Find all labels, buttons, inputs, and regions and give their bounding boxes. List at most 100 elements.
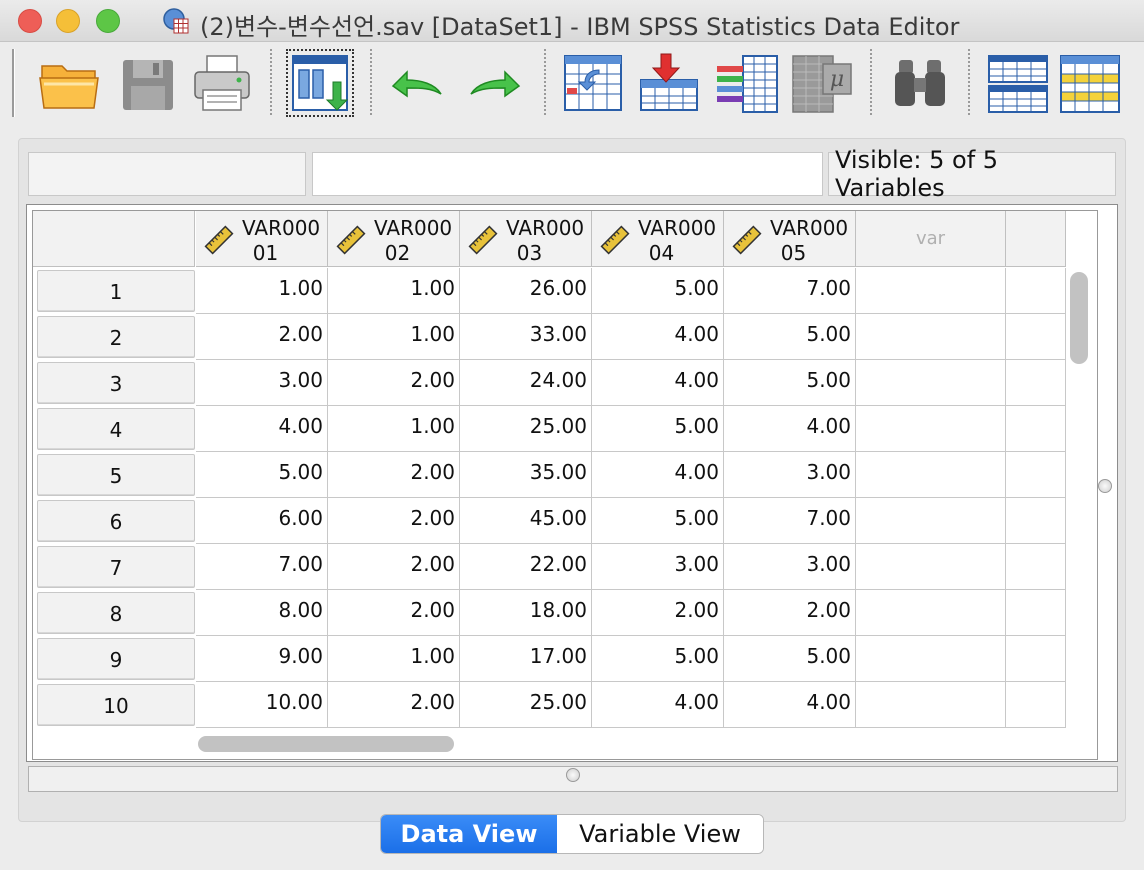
empty-column-header[interactable]: var <box>856 211 1006 267</box>
toolbar-grip[interactable] <box>12 49 15 117</box>
table-cell[interactable] <box>856 314 1006 360</box>
table-cell[interactable]: 33.00 <box>460 314 592 360</box>
find-button[interactable] <box>886 49 954 117</box>
table-cell[interactable] <box>1006 498 1066 544</box>
cell-value-editor[interactable] <box>312 152 823 196</box>
table-cell[interactable] <box>1006 682 1066 728</box>
minimize-window-button[interactable] <box>56 9 80 33</box>
table-cell[interactable]: 4.00 <box>592 682 724 728</box>
table-cell[interactable]: 5.00 <box>196 452 328 498</box>
table-cell[interactable]: 7.00 <box>724 498 856 544</box>
column-header[interactable]: VAR000 02 <box>328 211 460 267</box>
horizontal-scrollbar-thumb[interactable] <box>198 736 454 752</box>
table-cell[interactable]: 4.00 <box>592 452 724 498</box>
open-data-document-button[interactable] <box>36 49 104 117</box>
table-cell[interactable]: 1.00 <box>328 406 460 452</box>
go-to-case-button[interactable] <box>558 49 626 117</box>
table-cell[interactable]: 4.00 <box>724 406 856 452</box>
variables-button[interactable] <box>712 49 780 117</box>
table-cell[interactable]: 2.00 <box>328 590 460 636</box>
table-cell[interactable]: 2.00 <box>328 682 460 728</box>
table-cell[interactable]: 3.00 <box>724 452 856 498</box>
split-file-button[interactable] <box>984 49 1052 117</box>
table-cell[interactable]: 24.00 <box>460 360 592 406</box>
horizontal-split-handle[interactable] <box>566 768 580 782</box>
table-cell[interactable] <box>856 498 1006 544</box>
table-cell[interactable] <box>1006 636 1066 682</box>
column-header[interactable]: VAR000 04 <box>592 211 724 267</box>
undo-button[interactable] <box>384 49 452 117</box>
table-cell[interactable]: 4.00 <box>592 314 724 360</box>
row-header[interactable]: 9 <box>37 638 195 680</box>
table-cell[interactable]: 18.00 <box>460 590 592 636</box>
table-cell[interactable]: 2.00 <box>328 360 460 406</box>
tab-data-view[interactable]: Data View <box>381 815 557 853</box>
table-cell[interactable]: 5.00 <box>592 268 724 314</box>
table-cell[interactable] <box>1006 360 1066 406</box>
table-cell[interactable]: 2.00 <box>724 590 856 636</box>
table-cell[interactable] <box>1006 406 1066 452</box>
table-cell[interactable] <box>856 268 1006 314</box>
table-cell[interactable] <box>856 682 1006 728</box>
table-cell[interactable]: 25.00 <box>460 682 592 728</box>
table-cell[interactable]: 7.00 <box>724 268 856 314</box>
column-header[interactable]: VAR000 03 <box>460 211 592 267</box>
vertical-split-handle[interactable] <box>1098 479 1112 493</box>
table-cell[interactable]: 4.00 <box>196 406 328 452</box>
row-header[interactable]: 8 <box>37 592 195 634</box>
table-cell[interactable]: 10.00 <box>196 682 328 728</box>
redo-button[interactable] <box>460 49 528 117</box>
tab-variable-view[interactable]: Variable View <box>557 815 763 853</box>
table-cell[interactable] <box>856 406 1006 452</box>
table-cell[interactable] <box>856 544 1006 590</box>
table-cell[interactable]: 35.00 <box>460 452 592 498</box>
row-header[interactable]: 1 <box>37 270 195 312</box>
table-cell[interactable]: 2.00 <box>592 590 724 636</box>
table-cell[interactable] <box>856 590 1006 636</box>
table-cell[interactable]: 9.00 <box>196 636 328 682</box>
grid-corner[interactable] <box>33 211 195 267</box>
go-to-variable-button[interactable] <box>634 49 702 117</box>
table-cell[interactable]: 1.00 <box>328 268 460 314</box>
row-header[interactable]: 4 <box>37 408 195 450</box>
table-cell[interactable]: 26.00 <box>460 268 592 314</box>
table-cell[interactable] <box>856 636 1006 682</box>
table-cell[interactable]: 17.00 <box>460 636 592 682</box>
row-header[interactable]: 5 <box>37 454 195 496</box>
table-cell[interactable] <box>1006 590 1066 636</box>
table-cell[interactable]: 2.00 <box>196 314 328 360</box>
table-cell[interactable]: 3.00 <box>196 360 328 406</box>
select-cases-button[interactable] <box>1056 49 1124 117</box>
row-header[interactable]: 6 <box>37 500 195 542</box>
table-cell[interactable] <box>1006 268 1066 314</box>
table-cell[interactable]: 7.00 <box>196 544 328 590</box>
table-cell[interactable]: 5.00 <box>592 636 724 682</box>
row-header[interactable]: 3 <box>37 362 195 404</box>
table-cell[interactable]: 1.00 <box>196 268 328 314</box>
column-header[interactable]: VAR000 01 <box>196 211 328 267</box>
close-window-button[interactable] <box>18 9 42 33</box>
recall-dialog-button[interactable] <box>286 49 354 117</box>
vertical-scrollbar-thumb[interactable] <box>1070 272 1088 364</box>
table-cell[interactable]: 5.00 <box>724 314 856 360</box>
table-cell[interactable] <box>1006 544 1066 590</box>
table-cell[interactable]: 5.00 <box>592 498 724 544</box>
maximize-window-button[interactable] <box>96 9 120 33</box>
table-cell[interactable]: 1.00 <box>328 636 460 682</box>
table-cell[interactable] <box>856 360 1006 406</box>
table-cell[interactable]: 4.00 <box>724 682 856 728</box>
table-cell[interactable]: 5.00 <box>592 406 724 452</box>
table-cell[interactable]: 8.00 <box>196 590 328 636</box>
save-document-button[interactable] <box>114 49 182 117</box>
table-cell[interactable] <box>1006 314 1066 360</box>
table-cell[interactable] <box>856 452 1006 498</box>
table-cell[interactable] <box>1006 452 1066 498</box>
table-cell[interactable]: 2.00 <box>328 544 460 590</box>
run-descriptive-statistics-button[interactable]: μ <box>788 49 856 117</box>
table-cell[interactable]: 1.00 <box>328 314 460 360</box>
table-cell[interactable]: 6.00 <box>196 498 328 544</box>
table-cell[interactable]: 45.00 <box>460 498 592 544</box>
table-cell[interactable]: 4.00 <box>592 360 724 406</box>
table-cell[interactable]: 5.00 <box>724 636 856 682</box>
column-header[interactable]: VAR000 05 <box>724 211 856 267</box>
